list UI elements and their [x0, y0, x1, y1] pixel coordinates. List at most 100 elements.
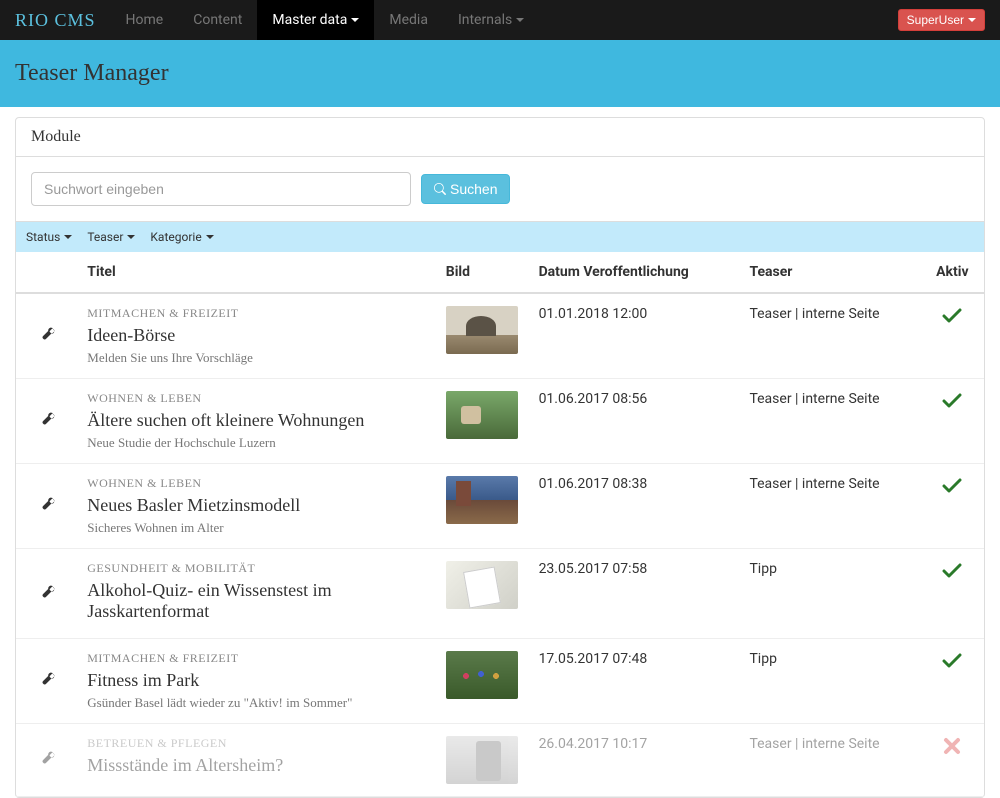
- row-teaser: Tipp: [741, 549, 920, 639]
- search-button-label: Suchen: [450, 181, 497, 197]
- filter-teaser[interactable]: Teaser: [87, 230, 135, 244]
- brand-logo[interactable]: RIO CMS: [15, 10, 111, 31]
- module-panel: Module Suchen Status Teaser Kategori: [15, 117, 985, 798]
- edit-button[interactable]: [41, 674, 55, 690]
- row-date: 01.06.2017 08:56: [531, 379, 742, 464]
- chevron-down-icon: [127, 235, 135, 239]
- row-image-cell: [438, 293, 531, 379]
- row-category: WOHNEN & LEBEN: [87, 391, 430, 406]
- check-icon: [942, 476, 962, 496]
- col-action: [16, 252, 79, 293]
- row-action-cell: [16, 379, 79, 464]
- wrench-icon: [41, 751, 55, 765]
- edit-button[interactable]: [41, 329, 55, 345]
- row-subtitle: Neue Studie der Hochschule Luzern: [87, 435, 430, 451]
- row-image-cell: [438, 464, 531, 549]
- edit-button[interactable]: [41, 753, 55, 769]
- row-category: WOHNEN & LEBEN: [87, 476, 430, 491]
- row-title[interactable]: Alkohol-Quiz- ein Wissenstest im Jasskar…: [87, 580, 430, 622]
- row-action-cell: [16, 293, 79, 379]
- row-title-cell: WOHNEN & LEBEN Ältere suchen oft kleinere…: [79, 379, 438, 464]
- edit-button[interactable]: [41, 587, 55, 603]
- row-title-cell: BETREUEN & PFLEGENMissstände im Altershe…: [79, 724, 438, 797]
- cross-icon: [942, 736, 962, 756]
- thumbnail[interactable]: [446, 651, 518, 699]
- row-teaser: Teaser | interne Seite: [741, 293, 920, 379]
- row-active-cell: [921, 464, 984, 549]
- col-bild[interactable]: Bild: [438, 252, 531, 293]
- row-title[interactable]: Ältere suchen oft kleinere Wohnungen: [87, 410, 430, 431]
- row-image-cell: [438, 639, 531, 724]
- row-date: 23.05.2017 07:58: [531, 549, 742, 639]
- row-title-cell: GESUNDHEIT & MOBILITÄT Alkohol-Quiz- ein …: [79, 549, 438, 639]
- col-aktiv[interactable]: Aktiv: [921, 252, 984, 293]
- filter-teaser-label: Teaser: [87, 230, 123, 244]
- nav-master-data[interactable]: Master data: [257, 0, 374, 40]
- check-icon: [942, 651, 962, 671]
- edit-button[interactable]: [41, 414, 55, 430]
- filter-kategorie[interactable]: Kategorie: [150, 230, 213, 244]
- check-icon: [942, 391, 962, 411]
- thumbnail[interactable]: [446, 391, 518, 439]
- row-title-cell: MITMACHEN & FREIZEIT Fitness im Park Gsünd…: [79, 639, 438, 724]
- chevron-down-icon: [516, 18, 524, 22]
- row-action-cell: [16, 464, 79, 549]
- user-menu-label: SuperUser: [907, 13, 964, 27]
- row-category: GESUNDHEIT & MOBILITÄT: [87, 561, 430, 576]
- row-teaser: Teaser | interne Seite: [741, 724, 920, 797]
- row-action-cell: [16, 639, 79, 724]
- edit-button[interactable]: [41, 499, 55, 515]
- row-active-cell: [921, 724, 984, 797]
- chevron-down-icon: [968, 18, 976, 22]
- col-datum[interactable]: Datum Veroffentlichung: [531, 252, 742, 293]
- filter-bar: Status Teaser Kategorie: [16, 221, 984, 252]
- nav-master-data-label: Master data: [272, 12, 347, 28]
- row-image-cell: [438, 549, 531, 639]
- navbar-left: RIO CMS Home Content Master data Media I…: [15, 0, 539, 40]
- search-button[interactable]: Suchen: [421, 174, 510, 204]
- row-date: 01.01.2018 12:00: [531, 293, 742, 379]
- search-icon: [434, 183, 446, 195]
- row-subtitle: Melden Sie uns Ihre Vorschläge: [87, 350, 430, 366]
- filter-status[interactable]: Status: [26, 230, 72, 244]
- filter-kategorie-label: Kategorie: [150, 230, 201, 244]
- col-titel[interactable]: Titel: [79, 252, 438, 293]
- row-category: MITMACHEN & FREIZEIT: [87, 306, 430, 321]
- table-row: BETREUEN & PFLEGENMissstände im Altershe…: [16, 724, 984, 797]
- wrench-icon: [41, 585, 55, 599]
- search-input[interactable]: [31, 172, 411, 206]
- col-teaser[interactable]: Teaser: [741, 252, 920, 293]
- thumbnail[interactable]: [446, 476, 518, 524]
- page-title: Teaser Manager: [15, 60, 985, 87]
- wrench-icon: [41, 412, 55, 426]
- nav-content[interactable]: Content: [178, 0, 257, 40]
- nav-media[interactable]: Media: [374, 0, 443, 40]
- check-icon: [942, 306, 962, 326]
- row-date: 01.06.2017 08:38: [531, 464, 742, 549]
- teaser-table: Titel Bild Datum Veroffentlichung Teaser…: [16, 252, 984, 797]
- row-title[interactable]: Neues Basler Mietzinsmodell: [87, 495, 430, 516]
- table-row: GESUNDHEIT & MOBILITÄT Alkohol-Quiz- ein …: [16, 549, 984, 639]
- thumbnail[interactable]: [446, 736, 518, 784]
- thumbnail[interactable]: [446, 306, 518, 354]
- chevron-down-icon: [64, 235, 72, 239]
- row-subtitle: Sicheres Wohnen im Alter: [87, 520, 430, 536]
- wrench-icon: [41, 672, 55, 686]
- row-subtitle: Gsünder Basel lädt wieder zu "Aktiv! im …: [87, 695, 430, 711]
- wrench-icon: [41, 497, 55, 511]
- row-title[interactable]: Fitness im Park: [87, 670, 430, 691]
- user-menu-button[interactable]: SuperUser: [898, 9, 985, 31]
- search-row: Suchen: [31, 172, 969, 206]
- table-row: MITMACHEN & FREIZEIT Ideen-Börse Melden Si…: [16, 293, 984, 379]
- row-category: MITMACHEN & FREIZEIT: [87, 651, 430, 666]
- check-icon: [942, 561, 962, 581]
- nav-internals[interactable]: Internals: [443, 0, 539, 40]
- thumbnail[interactable]: [446, 561, 518, 609]
- nav-home[interactable]: Home: [111, 0, 179, 40]
- row-title[interactable]: Missstände im Altersheim?: [87, 755, 430, 776]
- chevron-down-icon: [206, 235, 214, 239]
- panel-heading: Module: [16, 118, 984, 157]
- page-header: Teaser Manager: [0, 40, 1000, 107]
- chevron-down-icon: [351, 18, 359, 22]
- row-title[interactable]: Ideen-Börse: [87, 325, 430, 346]
